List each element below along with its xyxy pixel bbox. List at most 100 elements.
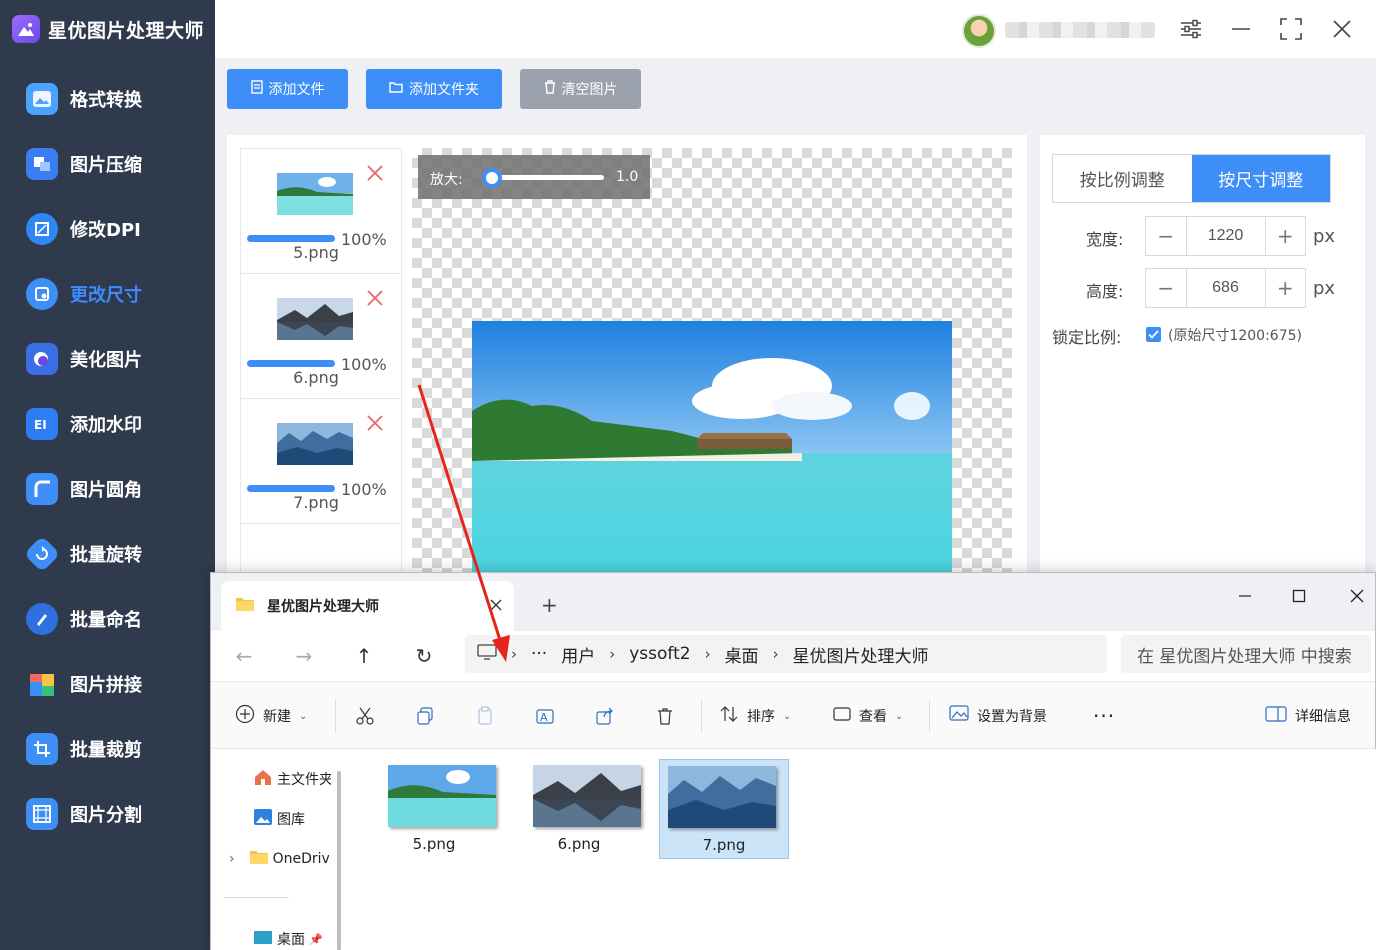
explorer-tab-bar: 星优图片处理大师 + — [211, 573, 1375, 631]
sidebar-item-puzzle[interactable]: 图片拼接 — [0, 651, 215, 716]
delete-icon[interactable] — [655, 704, 675, 728]
height-decrement-button[interactable]: − — [1146, 269, 1186, 307]
width-stepper: − + — [1145, 216, 1306, 256]
breadcrumb-item[interactable]: 桌面 — [725, 642, 759, 667]
file-item-7[interactable]: 7.png — [659, 759, 789, 859]
height-input[interactable] — [1185, 269, 1266, 307]
breadcrumb[interactable]: › ··· 用户 › yssoft2 › 桌面 › 星优图片处理大师 — [465, 635, 1107, 673]
add-folder-button[interactable]: 添加文件夹 — [366, 69, 502, 109]
nav-desktop[interactable]: 桌面 📌 — [253, 927, 323, 950]
chevron-right-icon: › — [511, 645, 517, 663]
file-explorer-window: 星优图片处理大师 + ← → ↑ ↻ › ··· 用户 › yssoft2 › … — [210, 572, 1376, 950]
delete-icon[interactable] — [365, 413, 385, 433]
new-button[interactable]: 新建 ⌄ — [235, 704, 307, 728]
sidebar-item-label: 图片分割 — [70, 804, 142, 826]
close-tab-icon[interactable] — [486, 595, 506, 615]
resize-icon — [26, 277, 58, 310]
sidebar-item-crop[interactable]: 批量裁剪 — [0, 716, 215, 781]
zoom-value: 1.0 — [616, 169, 639, 185]
explorer-tab-title: 星优图片处理大师 — [267, 599, 379, 615]
list-item[interactable]: 100% 6.png — [241, 274, 401, 399]
explorer-search-input[interactable]: 在 星优图片处理大师 中搜索 — [1121, 635, 1371, 673]
width-decrement-button[interactable]: − — [1146, 217, 1186, 255]
clear-images-button[interactable]: 清空图片 — [520, 69, 641, 109]
file-item-6[interactable]: 6.png — [514, 759, 644, 859]
settings-sliders-icon[interactable] — [1178, 16, 1204, 42]
close-icon[interactable] — [1329, 16, 1355, 42]
sort-icon — [719, 704, 739, 728]
explorer-close-icon[interactable] — [1337, 581, 1376, 611]
view-button[interactable]: 查看 ⌄ — [833, 704, 903, 728]
app-logo-icon — [12, 15, 40, 43]
width-increment-button[interactable]: + — [1266, 217, 1306, 255]
sidebar-item-beautify[interactable]: 美化图片 — [0, 326, 215, 391]
width-input[interactable] — [1185, 217, 1266, 255]
breadcrumb-item[interactable]: 用户 — [561, 642, 595, 667]
file-item-5[interactable]: 5.png — [369, 759, 499, 859]
add-file-button[interactable]: 添加文件 — [227, 69, 348, 109]
delete-icon[interactable] — [365, 163, 385, 183]
new-tab-icon[interactable]: + — [541, 593, 558, 617]
sidebar-item-format-convert[interactable]: 格式转换 — [0, 66, 215, 131]
rename-icon[interactable]: A — [535, 704, 555, 728]
original-size-note: (原始尺寸1200:675) — [1168, 328, 1302, 344]
divider — [701, 700, 702, 732]
minimize-icon[interactable] — [1228, 16, 1254, 42]
sidebar-item-watermark[interactable]: EI 添加水印 — [0, 391, 215, 456]
sidebar-item-round-corner[interactable]: 图片圆角 — [0, 456, 215, 521]
forward-arrow-icon[interactable]: → — [291, 643, 317, 669]
chevron-down-icon: ⌄ — [299, 710, 308, 722]
sidebar-item-split[interactable]: 图片分割 — [0, 781, 215, 846]
details-button[interactable]: 详细信息 — [1265, 704, 1351, 728]
nav-gallery[interactable]: 图库 — [253, 807, 305, 831]
refresh-icon[interactable]: ↻ — [411, 643, 437, 669]
chevron-right-icon: › — [704, 645, 711, 663]
divider — [929, 700, 930, 732]
height-label: 高度: — [1086, 282, 1124, 301]
list-item[interactable]: 100% 7.png — [241, 399, 401, 524]
nav-onedrive[interactable]: › OneDrive — [229, 847, 329, 871]
set-as-background-button[interactable]: 设置为背景 — [949, 704, 1047, 728]
zoom-slider-handle[interactable] — [482, 168, 502, 188]
lock-ratio-checkbox[interactable] — [1146, 327, 1161, 342]
up-arrow-icon[interactable]: ↑ — [351, 643, 377, 669]
sidebar-item-rotate[interactable]: 批量旋转 — [0, 521, 215, 586]
share-icon[interactable] — [595, 704, 615, 728]
height-unit: px — [1313, 278, 1336, 299]
sidebar-item-rename[interactable]: 批量命名 — [0, 586, 215, 651]
puzzle-icon — [26, 668, 58, 700]
delete-icon[interactable] — [365, 288, 385, 308]
explorer-minimize-icon[interactable] — [1225, 581, 1265, 611]
thumbnail-6 — [277, 298, 353, 340]
sort-label: 排序 — [747, 709, 775, 725]
sidebar-item-dpi[interactable]: 修改DPI — [0, 196, 215, 261]
nav-home[interactable]: 主文件夹 — [253, 767, 331, 791]
username-redacted — [1005, 22, 1155, 38]
height-increment-button[interactable]: + — [1266, 269, 1306, 307]
chevron-down-icon: ⌄ — [895, 710, 904, 722]
sidebar-item-label: 批量裁剪 — [70, 739, 142, 761]
explorer-maximize-icon[interactable] — [1279, 581, 1319, 611]
copy-icon[interactable] — [415, 704, 435, 728]
overflow-dots-icon[interactable]: ··· — [531, 644, 547, 664]
tab-resize-by-size[interactable]: 按尺寸调整 — [1191, 155, 1330, 202]
breadcrumb-item[interactable]: 星优图片处理大师 — [793, 642, 929, 667]
nav-pane-scrollbar[interactable] — [337, 771, 341, 950]
list-item[interactable]: 100% 5.png — [241, 149, 401, 274]
new-label: 新建 — [263, 709, 291, 725]
more-options-icon[interactable]: ··· — [1093, 704, 1115, 728]
sidebar-item-resize[interactable]: 更改尺寸 — [0, 261, 215, 326]
breadcrumb-item[interactable]: yssoft2 — [629, 644, 690, 664]
sidebar-item-label: 批量命名 — [70, 609, 142, 631]
maximize-icon[interactable] — [1278, 16, 1304, 42]
explorer-tab[interactable]: 星优图片处理大师 — [221, 581, 514, 631]
cut-icon[interactable] — [355, 704, 375, 728]
sidebar-item-compress[interactable]: 图片压缩 — [0, 131, 215, 196]
file-name: 5.png — [412, 835, 456, 853]
zoom-slider-track[interactable] — [486, 175, 604, 180]
tab-resize-by-ratio[interactable]: 按比例调整 — [1053, 155, 1192, 202]
back-arrow-icon[interactable]: ← — [231, 643, 257, 669]
sort-button[interactable]: 排序 ⌄ — [719, 704, 791, 728]
paste-icon[interactable] — [475, 704, 495, 728]
avatar[interactable] — [962, 14, 996, 48]
